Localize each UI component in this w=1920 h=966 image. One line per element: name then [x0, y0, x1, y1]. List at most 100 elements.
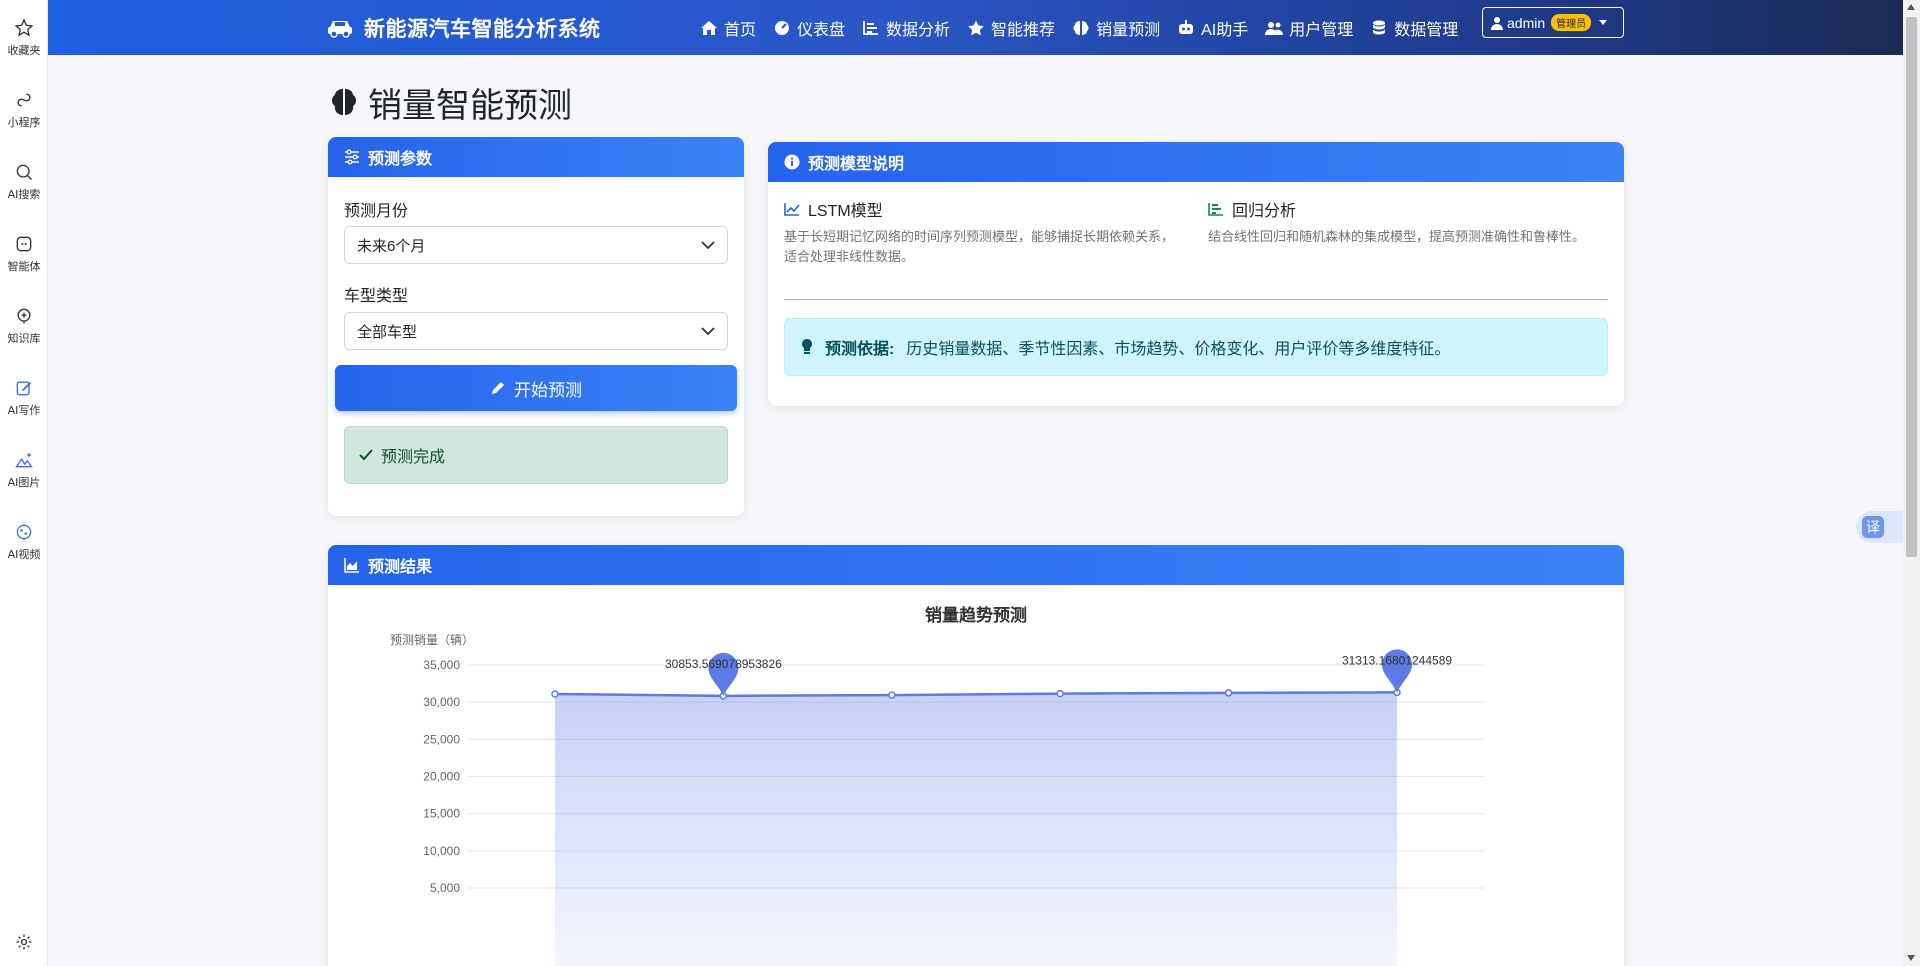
card-header: 预测结果	[328, 545, 1624, 585]
nav-item-label: 智能推荐	[991, 21, 1056, 39]
chevron-down-icon	[701, 241, 715, 250]
brand[interactable]: 新能源汽车智能分析系统	[326, 0, 601, 55]
basis-text: 历史销量数据、季节性因素、市场趋势、价格变化、用户评价等多维度特征。	[906, 341, 1451, 358]
y-tick-label: 25,000	[423, 732, 460, 746]
y-tick-label: 15,000	[423, 807, 460, 821]
nav-item-label: AI助手	[1201, 21, 1249, 39]
page-title: 销量智能预测	[328, 78, 572, 127]
database-icon	[1373, 20, 1386, 34]
type-select-value: 全部车型	[357, 323, 418, 341]
regression-desc: 结合线性回归和随机森林的集成模型，提高预测准确性和鲁棒性。	[1208, 229, 1586, 244]
nav-item-label: 用户管理	[1289, 21, 1354, 39]
data-point[interactable]	[551, 690, 559, 698]
scroll-down-icon[interactable]	[1907, 955, 1915, 961]
scrollbar-thumb[interactable]	[1906, 17, 1917, 557]
start-forecast-button[interactable]: 开始预测	[335, 365, 737, 411]
nav-item-forecast[interactable]: 销量预测	[1072, 16, 1160, 40]
lstm-section: LSTM模型 基于长短期记忆网络的时间序列预测模型，能够捕捉长期依赖关系，适合处…	[784, 197, 1184, 267]
divider	[784, 299, 1608, 300]
scroll-up-icon[interactable]	[1907, 4, 1915, 10]
status-text: 预测完成	[381, 449, 446, 466]
type-select[interactable]: 全部车型	[344, 312, 728, 350]
y-tick-label: 30,000	[423, 695, 460, 709]
basis-alert: 预测依据: 历史销量数据、季节性因素、市场趋势、价格变化、用户评价等多维度特征。	[784, 318, 1608, 376]
video-icon	[16, 524, 32, 540]
sidebar-item-favorites[interactable]: 收藏夹	[0, 10, 48, 70]
data-point[interactable]	[1224, 689, 1233, 697]
write-icon	[16, 381, 32, 396]
model-explanation-card: 预测模型说明 LSTM模型 基于长短期记忆网络的时间序列预测模型，能够捕捉长期依…	[768, 142, 1624, 406]
data-point[interactable]	[1056, 689, 1064, 698]
info-icon	[784, 154, 800, 170]
nav-item-analysis[interactable]: 数据分析	[862, 16, 950, 40]
regression-title-text: 回归分析	[1232, 203, 1297, 220]
sidebar-item-ai-image[interactable]: AI图片	[0, 442, 48, 502]
nav-item-recommend[interactable]: 智能推荐	[967, 16, 1055, 40]
sidebar-item-knowledge[interactable]: 知识库	[0, 298, 48, 358]
sidebar-item-label: 知识库	[7, 332, 41, 345]
lstm-title: LSTM模型	[784, 197, 1184, 221]
star-icon	[968, 20, 984, 35]
marker-label: 31313.16801244589	[1342, 653, 1452, 667]
link-icon	[17, 93, 31, 107]
type-label: 车型类型	[344, 288, 409, 305]
data-point[interactable]	[888, 691, 896, 699]
nav-item-label: 数据分析	[886, 21, 951, 39]
status-alert: 预测完成	[344, 426, 728, 484]
nav-item-data[interactable]: 数据管理	[1370, 16, 1458, 40]
card-title: 预测模型说明	[808, 156, 905, 173]
robot-icon	[1179, 19, 1194, 34]
y-tick-label: 20,000	[423, 770, 460, 784]
brand-title: 新能源汽车智能分析系统	[364, 17, 601, 41]
chevron-down-icon	[1599, 20, 1608, 25]
month-select-value: 未来6个月	[357, 237, 426, 255]
nav-menu: 首页 仪表盘 数据分析 智能推荐 销量预测 AI助手 用户管理 数据管理	[700, 0, 1475, 55]
user-menu-button[interactable]: admin 管理员	[1482, 7, 1624, 38]
gauge-icon	[775, 20, 790, 35]
area-chart-icon	[344, 558, 359, 573]
gear-icon[interactable]	[14, 932, 34, 952]
sidebar-item-ai-write[interactable]: AI写作	[0, 370, 48, 430]
sidebar-item-miniapp[interactable]: 小程序	[0, 82, 48, 142]
brain-icon	[1073, 20, 1089, 35]
sidebar-item-ai-video[interactable]: AI视频	[0, 514, 48, 574]
forecast-params-card: 预测参数 预测月份 未来6个月 车型类型 全部车型 开始预测 预测完成	[328, 137, 744, 516]
nav-item-users[interactable]: 用户管理	[1265, 16, 1353, 40]
page-title-text: 销量智能预测	[368, 87, 572, 125]
sidebar-item-label: 智能体	[7, 260, 41, 273]
nav-item-label: 数据管理	[1394, 21, 1459, 39]
translate-icon: 译	[1862, 516, 1884, 538]
brain-icon	[332, 88, 356, 115]
nav-item-dashboard[interactable]: 仪表盘	[773, 16, 845, 40]
translate-button[interactable]: 译	[1856, 511, 1904, 543]
chevron-down-icon	[701, 327, 715, 336]
chart-container: 销量趋势预测 预测销量（辆） 5,000 10,000 15,000 20,000 25…	[328, 585, 1624, 966]
car-icon	[328, 20, 352, 38]
sidebar-item-agent[interactable]: 智能体	[0, 226, 48, 286]
nav-item-label: 销量预测	[1096, 21, 1161, 39]
lstm-desc: 基于长短期记忆网络的时间序列预测模型，能够捕捉长期依赖关系，适合处理非线性数据。	[784, 229, 1175, 264]
sidebar-item-ai-search[interactable]: AI搜索	[0, 154, 48, 214]
y-tick-label: 5,000	[430, 881, 460, 895]
regression-section: 回归分析 结合线性回归和随机森林的集成模型，提高预测准确性和鲁棒性。	[1208, 197, 1608, 247]
check-icon	[359, 449, 373, 461]
sales-trend-chart: 销量趋势预测 预测销量（辆） 5,000 10,000 15,000 20,000 25…	[390, 605, 1484, 966]
nav-item-home[interactable]: 首页	[700, 16, 756, 40]
home-icon	[701, 20, 717, 35]
browser-sidebar: 收藏夹 小程序 AI搜索 智能体 知识库 AI写作 AI图片 AI视频	[0, 0, 48, 966]
sliders-icon	[345, 149, 359, 165]
card-header: 预测模型说明	[768, 142, 1624, 182]
month-label: 预测月份	[344, 203, 409, 220]
card-header: 预测参数	[328, 137, 744, 177]
sidebar-item-label: AI写作	[7, 404, 41, 417]
sidebar-item-label: AI搜索	[7, 188, 41, 201]
agent-icon	[16, 236, 32, 252]
search-icon	[16, 164, 32, 180]
star-icon	[14, 18, 34, 37]
marker-label: 30853.569078953826	[665, 657, 782, 671]
sidebar-item-label: 小程序	[7, 116, 41, 129]
nav-item-label: 仪表盘	[797, 21, 846, 39]
card-title: 预测参数	[368, 151, 433, 168]
month-select[interactable]: 未来6个月	[344, 226, 728, 264]
nav-item-ai-assistant[interactable]: AI助手	[1177, 16, 1248, 40]
